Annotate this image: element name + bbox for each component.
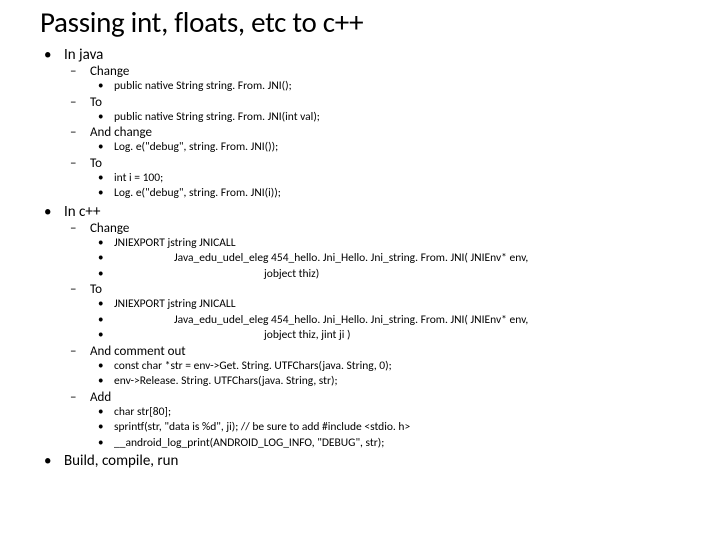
java-to2-code1: int i = 100; [90, 171, 680, 187]
cpp-comment: And comment out const char *str = env->G… [64, 344, 680, 390]
cpp-comment-label: And comment out [90, 344, 186, 359]
cpp-to-line1: JNIEXPORT jstring JNICALL [90, 297, 680, 313]
cpp-change: Change JNIEXPORT jstring JNICALL Java_ed… [64, 221, 680, 283]
cpp-add-line2: sprintf(str, "data is %d", ji); // be su… [90, 420, 680, 436]
java-andchange-label: And change [90, 125, 152, 140]
java-to2: To int i = 100; Log. e("debug", string. … [64, 156, 680, 202]
java-to2-label: To [90, 156, 102, 171]
cpp-change-line1: JNIEXPORT jstring JNICALL [90, 236, 680, 252]
cpp-to-line2-text: Java_edu_udel_eleg 454_hello. Jni_Hello.… [114, 313, 528, 329]
cpp-add: Add char str[80]; sprintf(str, "data is … [64, 390, 680, 452]
java-to2-code2: Log. e("debug", string. From. JNI(i)); [90, 186, 680, 202]
cpp-to-label: To [90, 282, 102, 297]
cpp-add-line1: char str[80]; [90, 405, 680, 421]
java-to1-code: public native String string. From. JNI(i… [90, 110, 680, 126]
section-java-head: In java [64, 46, 103, 64]
slide: Passing int, floats, etc to c++ In java … [0, 0, 720, 481]
cpp-add-label: Add [90, 390, 111, 405]
cpp-change-line3-text: jobject thiz) [114, 267, 319, 283]
cpp-add-line3: __android_log_print(ANDROID_LOG_INFO, "D… [90, 436, 680, 452]
cpp-to: To JNIEXPORT jstring JNICALL Java_edu_ud… [64, 282, 680, 344]
java-change-code: public native String string. From. JNI()… [90, 79, 680, 95]
slide-title: Passing int, floats, etc to c++ [40, 4, 680, 40]
section-build-head: Build, compile, run [64, 452, 178, 470]
cpp-to-line3-text: jobject thiz, jint ji ) [114, 328, 350, 344]
section-java: In java Change public native String stri… [40, 46, 680, 202]
cpp-to-line3: jobject thiz, jint ji ) [90, 328, 680, 344]
section-cpp-head: In c++ [64, 203, 100, 221]
java-change-label: Change [90, 64, 129, 79]
section-cpp: In c++ Change JNIEXPORT jstring JNICALL … [40, 203, 680, 452]
java-to1-label: To [90, 95, 102, 110]
java-to1: To public native String string. From. JN… [64, 95, 680, 126]
section-build: Build, compile, run [40, 452, 680, 470]
java-andchange-code: Log. e("debug", string. From. JNI()); [90, 140, 680, 156]
cpp-change-line3: jobject thiz) [90, 267, 680, 283]
cpp-change-line2-text: Java_edu_udel_eleg 454_hello. Jni_Hello.… [114, 251, 528, 267]
cpp-to-line2: Java_edu_udel_eleg 454_hello. Jni_Hello.… [90, 313, 680, 329]
java-andchange: And change Log. e("debug", string. From.… [64, 125, 680, 156]
cpp-change-line2: Java_edu_udel_eleg 454_hello. Jni_Hello.… [90, 251, 680, 267]
cpp-comment-line1: const char *str = env->Get. String. UTFC… [90, 359, 680, 375]
cpp-comment-line2: env->Release. String. UTFChars(java. Str… [90, 374, 680, 390]
java-change: Change public native String string. From… [64, 64, 680, 95]
cpp-change-label: Change [90, 221, 129, 236]
content-outline: In java Change public native String stri… [40, 46, 680, 470]
